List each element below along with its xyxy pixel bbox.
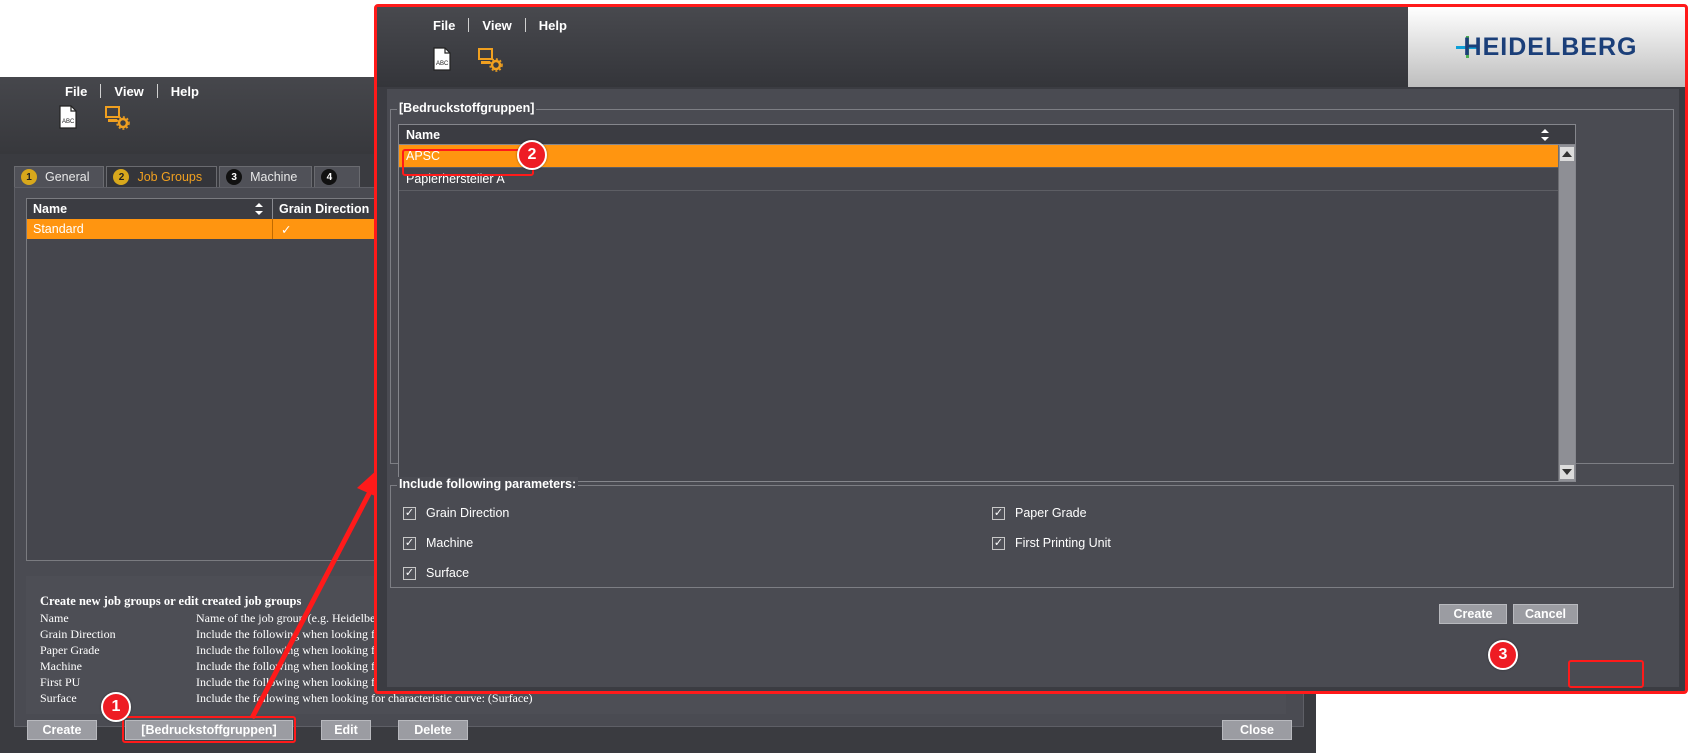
checkmark-icon[interactable]: ✓: [403, 536, 416, 550]
tab-number: 2: [113, 169, 130, 185]
highlight-apsc-row: [402, 149, 534, 176]
menu-help[interactable]: Help: [526, 18, 580, 33]
sort-icon[interactable]: [1540, 128, 1550, 142]
column-label: Name: [33, 202, 68, 216]
tab-job-groups[interactable]: 2 Job Groups: [106, 166, 218, 187]
column-header-name[interactable]: Name: [406, 128, 440, 142]
bedruckstoffgruppen-dialog: File View Help ABC HEIDELBERG [Bedruckst…: [374, 4, 1688, 694]
checkbox-grain-direction[interactable]: ✓ Grain Direction: [403, 506, 509, 520]
parameters-label: Include following parameters:: [397, 477, 579, 491]
checkbox-label: First Printing Unit: [1015, 536, 1111, 550]
highlight-create-button: [1568, 660, 1644, 688]
menu-file[interactable]: File: [420, 18, 468, 33]
checkbox-label: Machine: [426, 536, 474, 550]
help-key: Machine: [40, 659, 82, 673]
table-row-apsc[interactable]: APSC: [399, 145, 1558, 168]
dialog-menu-bar: File View Help: [420, 13, 580, 37]
menu-bar: File View Help: [52, 77, 212, 105]
create-button[interactable]: Create: [27, 720, 97, 740]
parameters-fieldset: Include following parameters: ✓ Grain Dir…: [390, 477, 1674, 588]
dialog-body: [Bedruckstoffgruppen] Name APSC Papierhe…: [387, 89, 1679, 687]
svg-text:ABC: ABC: [436, 61, 449, 67]
tab-4[interactable]: 4: [314, 166, 361, 187]
tab-label: Machine: [250, 170, 298, 184]
checkbox-label: Grain Direction: [426, 506, 510, 520]
menu-help[interactable]: Help: [158, 84, 212, 99]
annotation-marker-1: 1: [101, 692, 131, 722]
help-key: First PU: [40, 675, 81, 689]
vertical-scrollbar[interactable]: [1558, 145, 1575, 481]
spellcheck-document-icon[interactable]: ABC: [55, 104, 81, 130]
annotation-marker-2: 2: [517, 140, 547, 170]
tab-number: 1: [21, 169, 37, 185]
group-label: [Bedruckstoffgruppen]: [397, 101, 537, 115]
table-row-papierhersteller[interactable]: Papierhersteller A: [399, 168, 1558, 191]
machine-settings-icon[interactable]: [477, 46, 503, 72]
checkbox-label: Surface: [426, 566, 470, 580]
checkmark-icon[interactable]: ✓: [403, 506, 416, 520]
tab-label: General: [45, 170, 90, 184]
column-header-name[interactable]: Name: [27, 199, 273, 219]
cell-name: Standard: [27, 219, 273, 239]
help-key: Grain Direction: [40, 627, 116, 641]
tab-label: Job Groups: [137, 170, 203, 184]
tab-number: 3: [226, 169, 243, 185]
help-key: Name: [40, 611, 69, 625]
svg-text:ABC: ABC: [62, 119, 75, 125]
table-header: Name: [399, 125, 1575, 145]
logo-text: HEIDELBERG: [1463, 32, 1638, 61]
checkmark-icon[interactable]: ✓: [992, 506, 1005, 520]
menu-file[interactable]: File: [52, 84, 100, 99]
dialog-header: File View Help ABC HEIDELBERG: [377, 7, 1685, 87]
scroll-down-icon[interactable]: [1560, 465, 1574, 479]
checkbox-machine[interactable]: ✓ Machine: [403, 536, 473, 550]
checkbox-paper-grade[interactable]: ✓ Paper Grade: [992, 506, 1087, 520]
checkbox-first-printing-unit[interactable]: ✓ First Printing Unit: [992, 536, 1111, 550]
menu-view[interactable]: View: [101, 84, 156, 99]
tab-number: 4: [321, 169, 338, 185]
dialog-create-button[interactable]: Create: [1439, 604, 1507, 624]
spellcheck-document-icon[interactable]: ABC: [429, 46, 455, 72]
annotation-marker-3: 3: [1488, 640, 1518, 670]
checkmark-icon[interactable]: ✓: [992, 536, 1005, 550]
scroll-up-icon[interactable]: [1560, 147, 1574, 161]
checkmark-icon[interactable]: ✓: [403, 566, 416, 580]
machine-settings-icon[interactable]: [104, 104, 130, 130]
tab-bar: 1 General 2 Job Groups 3 Machine 4: [14, 166, 362, 187]
sort-icon[interactable]: [254, 202, 264, 216]
menu-view[interactable]: View: [469, 18, 524, 33]
dialog-cancel-button[interactable]: Cancel: [1513, 604, 1578, 624]
group-table: Name APSC Papierhersteller A: [398, 124, 1576, 482]
heidelberg-logo: HEIDELBERG: [1408, 7, 1685, 87]
group-fieldset: [Bedruckstoffgruppen] Name APSC Papierhe…: [390, 101, 1674, 482]
checkbox-label: Paper Grade: [1015, 506, 1087, 520]
tab-machine[interactable]: 3 Machine: [219, 166, 313, 187]
help-key: Paper Grade: [40, 643, 100, 657]
tab-general[interactable]: 1 General: [14, 166, 105, 187]
checkbox-surface[interactable]: ✓ Surface: [403, 566, 469, 580]
close-button[interactable]: Close: [1222, 720, 1292, 740]
delete-button[interactable]: Delete: [398, 720, 468, 740]
